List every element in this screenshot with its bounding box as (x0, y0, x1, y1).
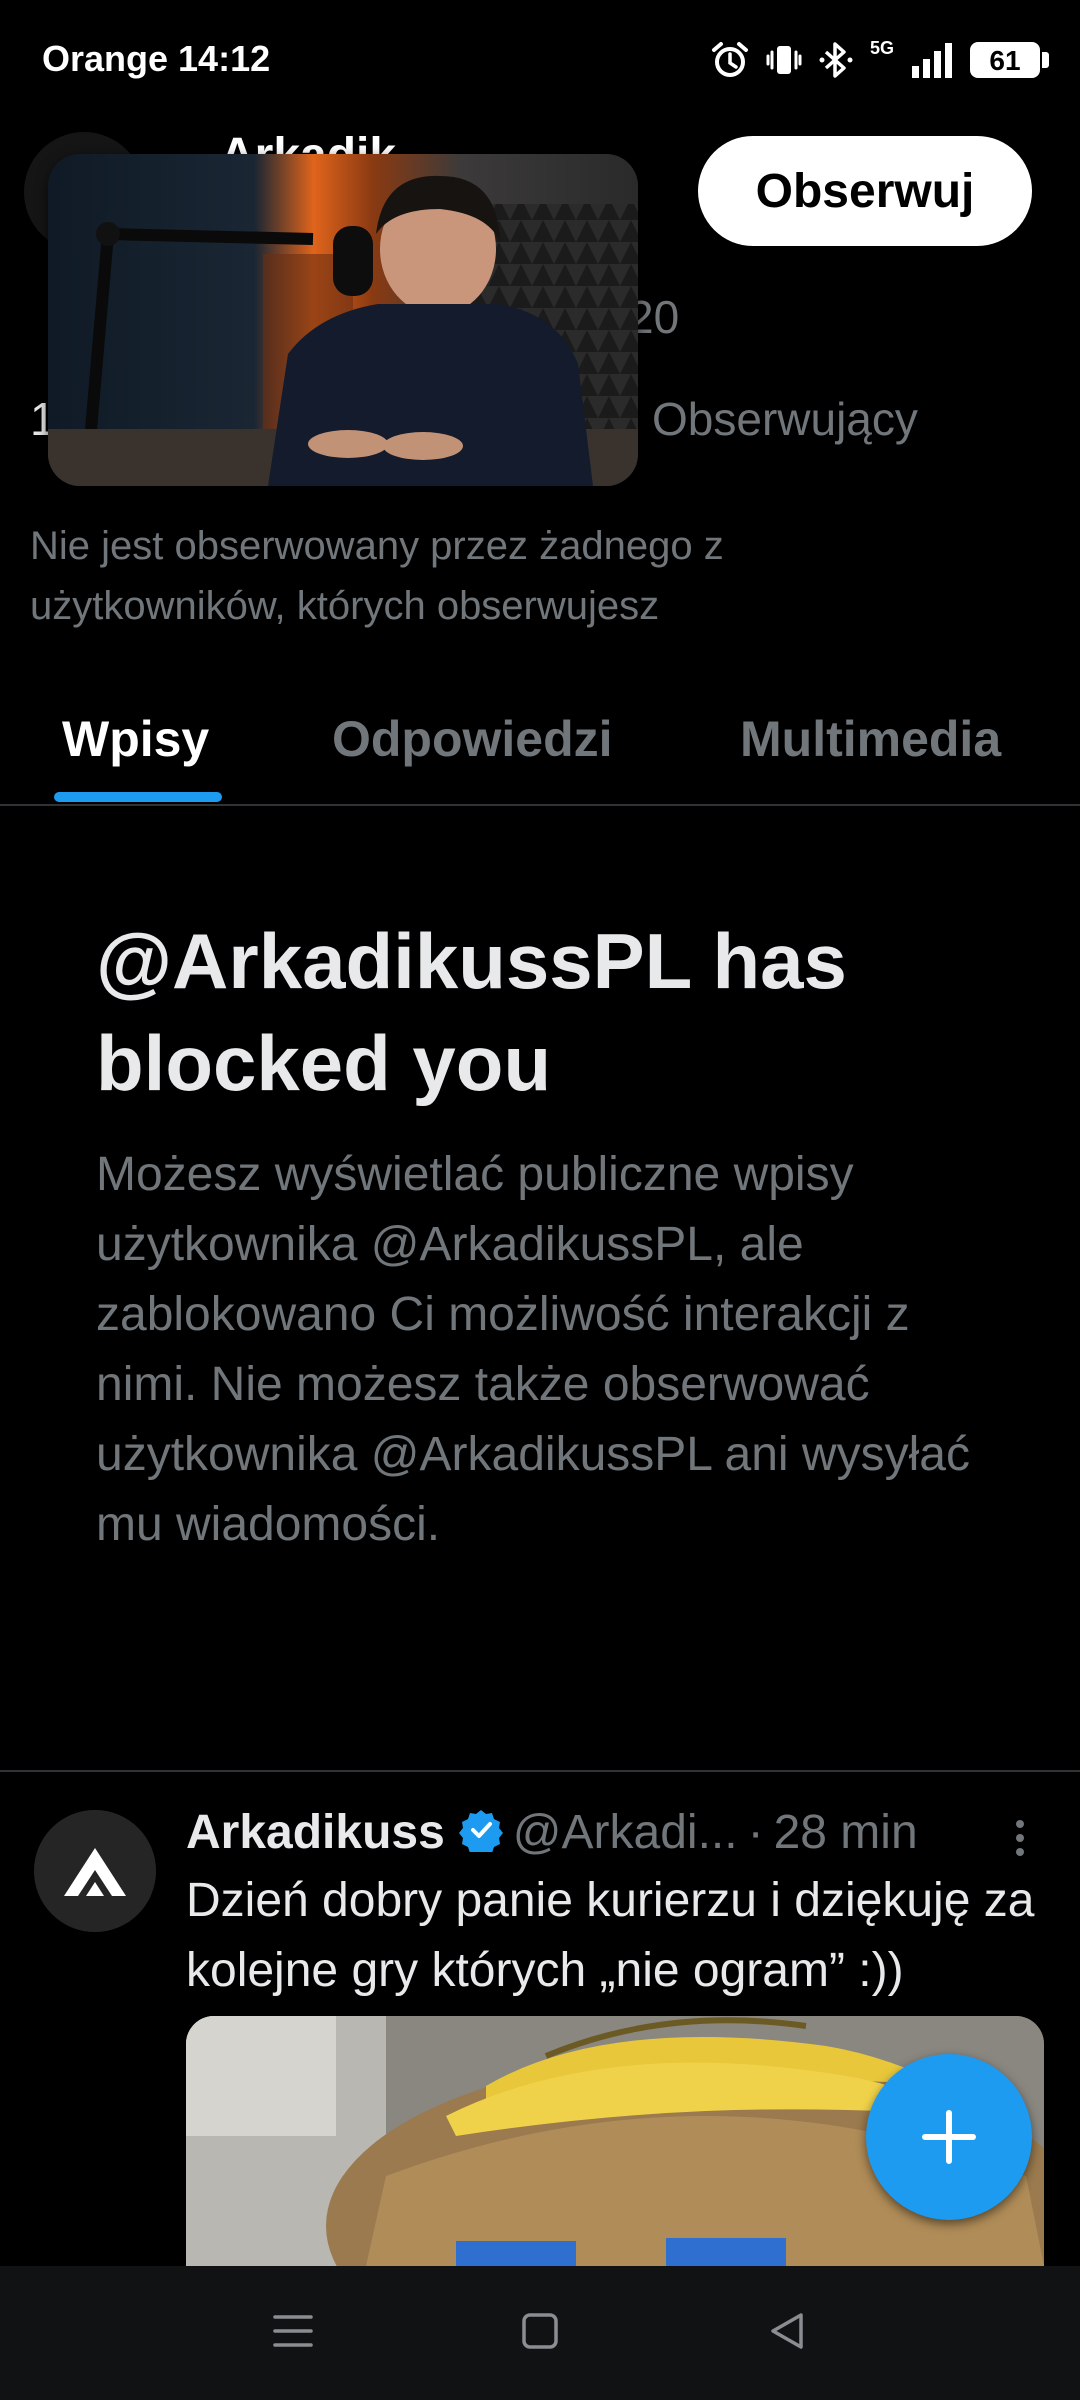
blocked-description: Możesz wyświetlać publiczne wpisy użytko… (96, 1148, 970, 1551)
tweet-avatar[interactable] (34, 1810, 156, 1932)
tweet-timestamp: 28 min (773, 1805, 918, 1859)
tweet-header: Arkadikuss @Arkadi... · 28 min (186, 1800, 1036, 1864)
followers-link[interactable]: Obserwujący (652, 392, 918, 446)
active-tab-indicator (54, 792, 222, 802)
system-navigation-bar (0, 2266, 1080, 2400)
status-bar: Orange 14:12 5G 61 (0, 0, 1080, 108)
compose-button[interactable] (866, 2054, 1032, 2220)
carrier-time: Orange 14:12 (42, 38, 271, 79)
tweet-author-name[interactable]: Arkadikuss (186, 1805, 445, 1860)
network-label: 5G (869, 37, 894, 58)
home-icon[interactable] (518, 2309, 562, 2358)
profile-tabs: Wpisy Odpowiedzi Multimedia (0, 680, 1080, 806)
tab-posts[interactable]: Wpisy (62, 710, 209, 768)
status-icons: 5G 61 (710, 37, 1049, 80)
bluetooth-icon (818, 40, 854, 80)
vibrate-icon (766, 40, 802, 80)
not-followed-notice: Nie jest obserwowany przez żadnego z uży… (30, 524, 724, 628)
blocked-title: @ArkadikussPL has blocked you (96, 917, 847, 1107)
tab-media[interactable]: Multimedia (740, 710, 1001, 768)
more-options-icon[interactable] (1010, 1816, 1030, 1865)
back-icon[interactable] (765, 2309, 809, 2358)
tweet-handle[interactable]: @Arkadi... (513, 1805, 738, 1860)
battery-level: 61 (989, 45, 1021, 76)
section-divider (0, 1770, 1080, 1772)
tweet-text: Dzień dobry panie kurierzu i dziękuję za… (186, 1874, 1035, 1997)
signal-icon (910, 40, 954, 80)
menu-icon[interactable] (271, 2309, 315, 2358)
follow-button[interactable]: Obserwuj (698, 136, 1032, 246)
tab-replies[interactable]: Odpowiedzi (332, 710, 613, 768)
verified-badge-icon (458, 1808, 503, 1857)
floating-video-player[interactable] (48, 154, 638, 486)
battery-icon: 61 (970, 42, 1049, 78)
plus-icon (922, 2110, 976, 2164)
tweet-separator: · (747, 1805, 764, 1859)
alarm-icon (710, 40, 750, 80)
